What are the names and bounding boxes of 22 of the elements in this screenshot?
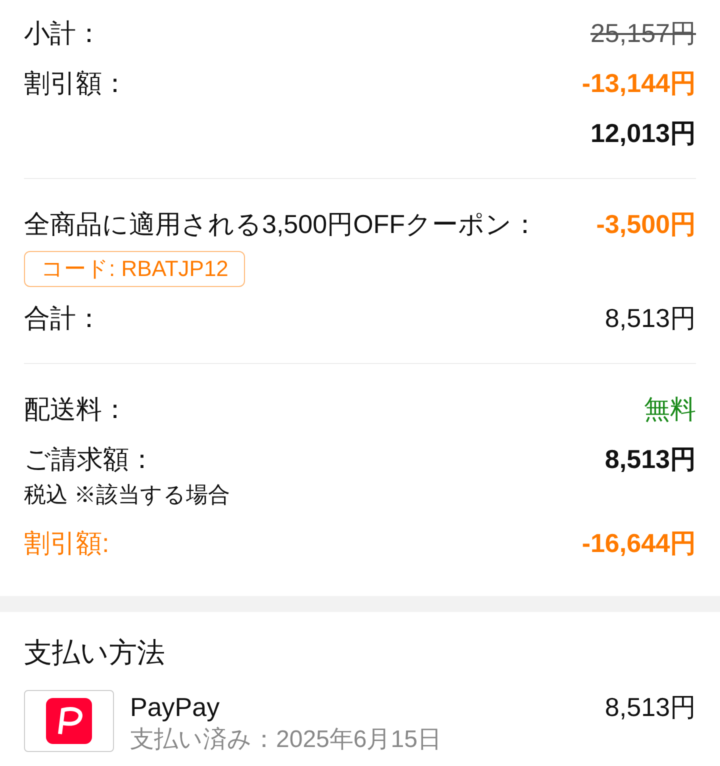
summary-label: ご請求額：: [24, 443, 155, 476]
summary-amount: 8,513円: [604, 443, 696, 476]
summary-amount: 25,157円: [590, 17, 696, 50]
summary-amount: 8,513円: [604, 302, 696, 335]
summary-label: 合計：: [24, 302, 102, 335]
tax-note: 税込 ※該当する場合: [24, 481, 230, 509]
payment-status: 支払い済み：2025年6月15日: [130, 725, 442, 755]
summary-label: 全商品に適用される3,500円OFFクーポン：: [24, 208, 538, 241]
payment-amount: 8,513円: [604, 691, 696, 724]
summary-amount: -13,144円: [582, 67, 696, 100]
paypay-logo-icon: [24, 690, 114, 752]
summary-amount: 無料: [644, 393, 696, 426]
payment-method-name: PayPay: [130, 691, 221, 724]
summary-amount: -3,500円: [596, 208, 696, 241]
coupon-code-tag: コード: RBATJP12: [24, 251, 246, 287]
summary-label: 小計：: [24, 17, 102, 50]
summary-amount: -16,644円: [582, 527, 696, 560]
summary-label: 割引額：: [24, 67, 128, 100]
summary-label: 割引額:: [24, 527, 110, 560]
section-title: 支払い方法: [24, 636, 166, 670]
summary-label: 配送料：: [24, 393, 128, 426]
summary-amount: 12,013円: [590, 117, 696, 150]
